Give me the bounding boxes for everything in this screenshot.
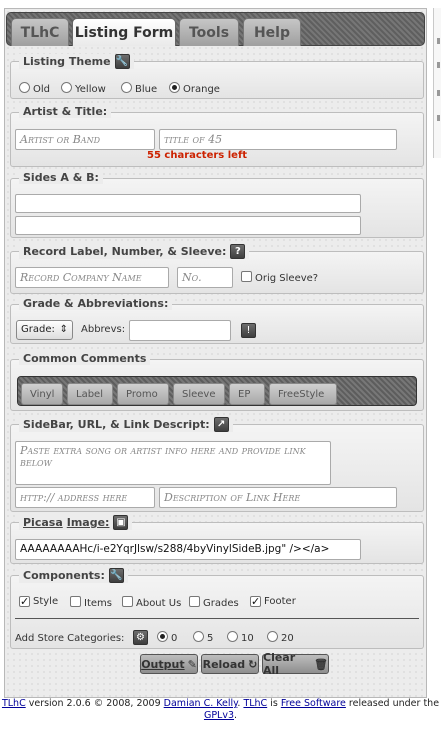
comments-chip-bar: Vinyl Label Promo Sleeve EP FreeStyle — [17, 376, 417, 406]
chip-vinyl[interactable]: Vinyl — [21, 383, 63, 405]
orig-sleeve-checkbox[interactable]: Orig Sleeve? — [241, 271, 318, 284]
chip-sleeve[interactable]: Sleeve — [173, 383, 225, 405]
component-items-checkbox[interactable]: Items — [70, 596, 112, 609]
reload-icon: ↻ — [248, 657, 258, 671]
artist-title-section: Artist & Title: Artist or Band title of … — [10, 105, 424, 167]
help-icon[interactable]: ? — [230, 244, 246, 259]
components-section: Components: 🔧 ✓ Style Items About Us Grad… — [10, 568, 424, 649]
picasa-image-label: Image: — [66, 516, 110, 529]
reload-button[interactable]: Reload ↻ — [201, 654, 259, 674]
theme-option-old[interactable]: Old — [19, 82, 50, 95]
component-footer-checkbox[interactable]: ✓ Footer — [250, 596, 296, 607]
theme-option-blue[interactable]: Blue — [121, 82, 157, 95]
chip-ep[interactable]: EP — [229, 383, 265, 405]
sides-label: Sides A & B: — [23, 171, 99, 184]
title-input[interactable]: title of 45 — [159, 129, 397, 150]
component-grades-checkbox[interactable]: Grades — [189, 596, 239, 609]
gear-icon[interactable]: ⚙ — [133, 630, 148, 645]
component-about-checkbox[interactable]: About Us — [122, 596, 181, 609]
scroll-tick — [437, 90, 440, 96]
scroll-tick — [437, 115, 440, 121]
link-description-input[interactable]: Description of Link Here — [159, 487, 397, 508]
scroll-tick — [437, 38, 440, 44]
abbrevs-label: Abbrevs: — [81, 324, 126, 335]
artist-title-label: Artist & Title: — [23, 105, 108, 118]
side-a-input[interactable] — [15, 194, 361, 213]
tab-tlhc[interactable]: TLhC — [11, 18, 69, 46]
theme-option-yellow[interactable]: Yellow — [61, 82, 106, 95]
clear-all-button[interactable]: Clear All 🗑 — [262, 651, 329, 677]
tab-help[interactable]: Help — [243, 18, 301, 46]
external-link-icon[interactable]: ↗ — [213, 417, 229, 432]
trash-icon: 🗑 — [314, 657, 328, 671]
section-legend: Picasa Image: ▣ — [19, 515, 133, 530]
component-style-checkbox[interactable]: ✓ Style — [19, 596, 58, 607]
footer-free-software-link[interactable]: Free Software — [281, 698, 346, 709]
theme-option-orange[interactable]: Orange — [169, 82, 220, 95]
side-b-input[interactable] — [15, 216, 361, 235]
tab-listing-form[interactable]: Listing Form — [72, 18, 176, 46]
artist-input[interactable]: Artist or Band — [15, 129, 155, 150]
pencil-icon: ✎ — [187, 657, 197, 671]
grade-label: Grade & Abbreviations: — [23, 297, 169, 310]
section-legend: Common Comments — [19, 352, 151, 365]
chip-promo[interactable]: Promo — [117, 383, 169, 405]
section-legend: Components: 🔧 — [19, 568, 128, 583]
record-label-section: Record Label, Number, & Sleeve: ? Record… — [10, 244, 424, 294]
common-comments-section: Common Comments Vinyl Label Promo Sleeve… — [10, 352, 424, 411]
store-option-5[interactable]: 5 — [193, 631, 213, 644]
page-footer: TLhC version 2.0.6 © 2008, 2009 Damian C… — [1, 698, 440, 721]
section-legend: Artist & Title: — [19, 105, 112, 118]
common-comments-label: Common Comments — [23, 352, 147, 365]
picasa-link[interactable]: Picasa — [23, 516, 63, 529]
store-option-0[interactable]: 0 — [157, 631, 177, 644]
record-number-input[interactable]: No. — [177, 267, 233, 288]
abbrevs-input[interactable] — [129, 320, 231, 341]
chars-left-counter: 55 characters left — [147, 150, 248, 161]
sides-section: Sides A & B: — [10, 171, 424, 238]
exclamation-icon[interactable]: ! — [241, 323, 256, 338]
scrollbar[interactable] — [433, 8, 441, 158]
scroll-tick — [437, 62, 440, 68]
section-legend: Listing Theme 🔧 — [19, 54, 134, 69]
picasa-image-input[interactable]: AAAAAAAAHc/i-e2YqrJlsw/s288/4byVinylSide… — [15, 539, 361, 560]
section-legend: Grade & Abbreviations: — [19, 297, 173, 310]
footer-gpl-link[interactable]: GPLv3 — [204, 710, 234, 721]
record-label-label: Record Label, Number, & Sleeve: — [23, 245, 227, 258]
chip-label[interactable]: Label — [67, 383, 113, 405]
updown-arrows-icon: ⇕ — [59, 324, 68, 335]
sidebar-label: SideBar, URL, & Link Descript: — [23, 418, 210, 431]
sidebar-extra-textarea[interactable]: Paste extra song or artist info here and… — [15, 441, 331, 485]
record-company-input[interactable]: Record Company Name — [15, 267, 169, 288]
section-legend: Sides A & B: — [19, 171, 103, 184]
output-button[interactable]: Output ✎ — [140, 654, 198, 674]
grade-section: Grade & Abbreviations: Grade: ⇕ Abbrevs: … — [10, 297, 424, 344]
listing-theme-label: Listing Theme — [23, 55, 111, 68]
tab-bar: TLhC Listing Form Tools Help — [6, 12, 425, 46]
chip-freestyle[interactable]: FreeStyle — [269, 383, 337, 405]
section-legend: SideBar, URL, & Link Descript: ↗ — [19, 417, 233, 432]
tab-tools[interactable]: Tools — [179, 18, 239, 46]
components-label: Components: — [23, 569, 105, 582]
store-option-10[interactable]: 10 — [227, 631, 254, 644]
image-icon[interactable]: ▣ — [113, 515, 129, 530]
section-legend: Record Label, Number, & Sleeve: ? — [19, 244, 250, 259]
footer-tlhc-link-2[interactable]: TLhC — [243, 698, 267, 709]
picasa-section: Picasa Image: ▣ AAAAAAAAHc/i-e2YqrJlsw/s… — [10, 515, 424, 564]
grade-select[interactable]: Grade: ⇕ — [16, 320, 73, 340]
footer-author-link[interactable]: Damian C. Kelly — [164, 698, 238, 709]
store-categories-label: Add Store Categories: — [15, 633, 125, 644]
footer-tlhc-link[interactable]: TLhC — [2, 698, 26, 709]
store-option-20[interactable]: 20 — [267, 631, 294, 644]
wrench-icon[interactable]: 🔧 — [108, 568, 124, 583]
wrench-icon[interactable]: 🔧 — [114, 54, 130, 69]
listing-theme-section: Listing Theme 🔧 Old Yellow Blue Orange — [10, 54, 424, 99]
url-input[interactable]: http:// address here — [15, 487, 155, 508]
divider — [15, 618, 419, 619]
sidebar-section: SideBar, URL, & Link Descript: ↗ Paste e… — [10, 417, 424, 512]
